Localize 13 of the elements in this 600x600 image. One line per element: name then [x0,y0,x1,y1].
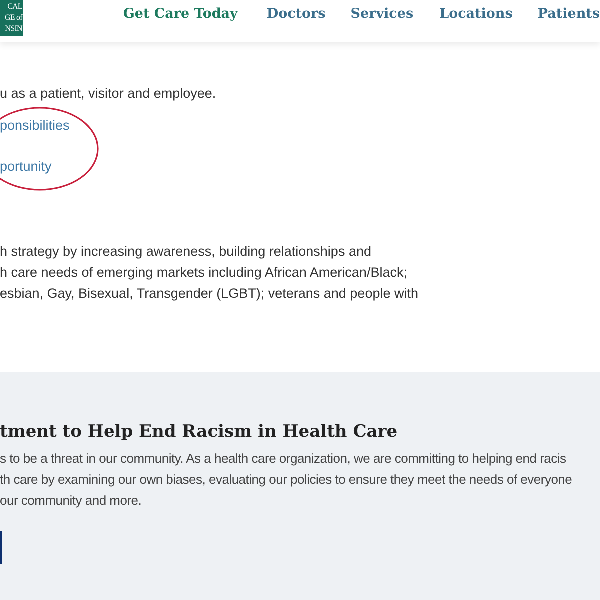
logo[interactable]: CAL GE of NSIN [0,0,24,36]
nav-link[interactable]: Doctors [266,6,326,22]
body-paragraph: s to be a threat in our community. As a health care organization, we are committing to helping end racis th care by examining our own biases, evaluating our policies to ensure they meet the needs of everyone our community and more. [0,450,574,510]
body-text: u as a patient, visitor and employee. [0,85,218,101]
nav-link[interactable]: Locations [440,6,513,22]
nav-link[interactable]: Get Care Today [123,6,238,22]
body-paragraph: h strategy by increasing awareness, building relationships and h care needs of emerging markets including African American/Black; esbian, Gay, Bisexual, Transgender (LGBT); veterans and people with [0,243,420,303]
text-link[interactable]: ponsibilities [0,118,70,133]
nav-link[interactable]: Services [350,6,414,22]
section-heading: tment to Help End Racism in Health Care [0,422,399,442]
button-edge[interactable] [0,531,2,564]
text-link[interactable]: portunity [0,159,52,174]
nav-link[interactable]: Patients [538,6,600,22]
